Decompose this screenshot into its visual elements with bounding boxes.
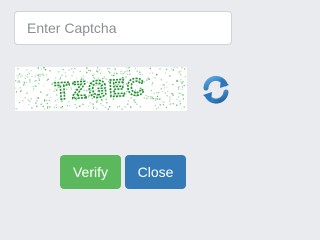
refresh-icon[interactable] (201, 75, 231, 105)
captcha-input[interactable] (14, 11, 232, 45)
close-button[interactable]: Close (125, 155, 186, 189)
captcha-text: TZGEC (54, 74, 147, 106)
verify-button[interactable]: Verify (60, 155, 121, 189)
captcha-image: TZGEC (15, 67, 187, 111)
